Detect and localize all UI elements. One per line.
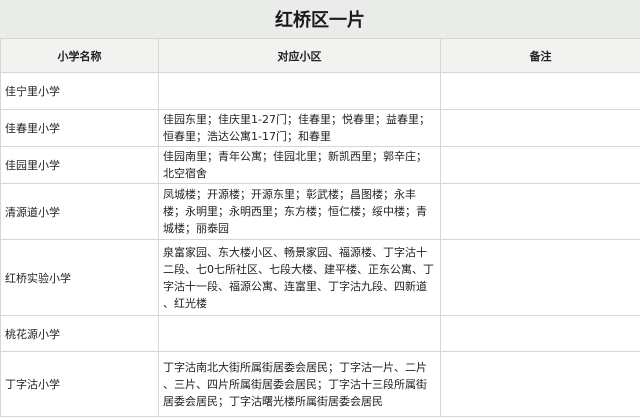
residential-areas-cell[interactable]: 凤城楼；开源楼；开源东里；彰武楼；昌图楼；永丰 楼；永明里；永明西里；东方楼；恒… [158, 183, 441, 240]
table-row: 丁字沽小学 丁字沽南北大街所属街居委会居民；丁字沽一片、二片 、三片、四片所属街… [0, 351, 640, 417]
school-name-cell[interactable]: 佳宁里小学 [0, 72, 159, 110]
residential-areas-cell[interactable]: 丁字沽南北大街所属街居委会居民；丁字沽一片、二片 、三片、四片所属街居委会居民；… [158, 351, 441, 417]
school-name-cell[interactable]: 清源道小学 [0, 183, 159, 240]
school-name-cell[interactable]: 佳春里小学 [0, 109, 159, 147]
header-row: 小学名称 对应小区 备注 [0, 38, 640, 73]
school-name-cell[interactable]: 桃花源小学 [0, 315, 159, 352]
remark-cell[interactable] [440, 351, 640, 417]
residential-areas-cell[interactable]: 泉富家园、东大楼小区、畅景家园、福源楼、丁字沽十 二段、七0七所社区、七段大楼、… [158, 239, 441, 316]
header-school-name[interactable]: 小学名称 [0, 38, 159, 73]
estates-line: 楼；永明里；永明西里；东方楼；恒仁楼；绥中楼；青 [163, 205, 427, 218]
residential-areas-cell[interactable] [158, 72, 441, 110]
estates-line: 佳园南里；青年公寓；佳园北里；新凯西里；郭辛庄； [163, 150, 427, 163]
estates-line: 居委会居民；丁字沽曙光楼所属街居委会居民 [163, 394, 383, 408]
table-row: 佳宁里小学 [0, 72, 640, 110]
table-row: 桃花源小学 [0, 315, 640, 352]
school-district-table: 小学名称 对应小区 备注 佳宁里小学 佳春里小学 佳园东里；佳庆里1-27门；佳… [0, 38, 640, 417]
spreadsheet: 红桥区一片 小学名称 对应小区 备注 佳宁里小学 佳春里小学 佳园东里；佳庆里1… [0, 0, 640, 419]
table-row: 佳春里小学 佳园东里；佳庆里1-27门；佳春里；悦春里；益春里； 恒春里；浩达公… [0, 109, 640, 147]
sheet-title: 红桥区一片 [0, 0, 640, 39]
estates-line: 字沽十一段、福源公寓、连富里、丁字沽九段、四新道 [163, 279, 427, 293]
table-row: 清源道小学 凤城楼；开源楼；开源东里；彰武楼；昌图楼；永丰 楼；永明里；永明西里… [0, 183, 640, 240]
school-name-cell[interactable]: 佳园里小学 [0, 146, 159, 184]
remark-cell[interactable] [440, 109, 640, 147]
estates-line: 凤城楼；开源楼；开源东里；彰武楼；昌图楼；永丰 [163, 188, 416, 201]
table-row: 佳园里小学 佳园南里；青年公寓；佳园北里；新凯西里；郭辛庄； 北空宿舍 [0, 146, 640, 184]
school-name-cell[interactable]: 丁字沽小学 [0, 351, 159, 417]
school-name-cell[interactable]: 红桥实验小学 [0, 239, 159, 316]
remark-cell[interactable] [440, 72, 640, 110]
estates-line: 、红光楼 [163, 296, 207, 310]
remark-cell[interactable] [440, 315, 640, 352]
residential-areas-cell[interactable]: 佳园南里；青年公寓；佳园北里；新凯西里；郭辛庄； 北空宿舍 [158, 146, 441, 184]
header-residential-areas[interactable]: 对应小区 [158, 38, 441, 73]
estates-line: 恒春里；浩达公寓1-17门；和春里 [163, 130, 331, 143]
residential-areas-cell[interactable] [158, 315, 441, 352]
remark-cell[interactable] [440, 146, 640, 184]
estates-line: 北空宿舍 [163, 167, 207, 180]
estates-line: 、三片、四片所属街居委会居民；丁字沽十三段所属街 [163, 377, 427, 391]
estates-line: 丁字沽南北大街所属街居委会居民；丁字沽一片、二片 [163, 360, 427, 374]
header-remarks[interactable]: 备注 [440, 38, 640, 73]
estates-line: 佳园东里；佳庆里1-27门；佳春里；悦春里；益春里； [163, 113, 430, 126]
estates-line: 城楼；丽泰园 [163, 222, 229, 235]
table-row: 红桥实验小学 泉富家园、东大楼小区、畅景家园、福源楼、丁字沽十 二段、七0七所社… [0, 239, 640, 316]
residential-areas-cell[interactable]: 佳园东里；佳庆里1-27门；佳春里；悦春里；益春里； 恒春里；浩达公寓1-17门… [158, 109, 441, 147]
remark-cell[interactable] [440, 239, 640, 316]
estates-line: 泉富家园、东大楼小区、畅景家园、福源楼、丁字沽十 [163, 245, 427, 259]
estates-line: 二段、七0七所社区、七段大楼、建平楼、正东公寓、丁 [163, 262, 434, 276]
remark-cell[interactable] [440, 183, 640, 240]
